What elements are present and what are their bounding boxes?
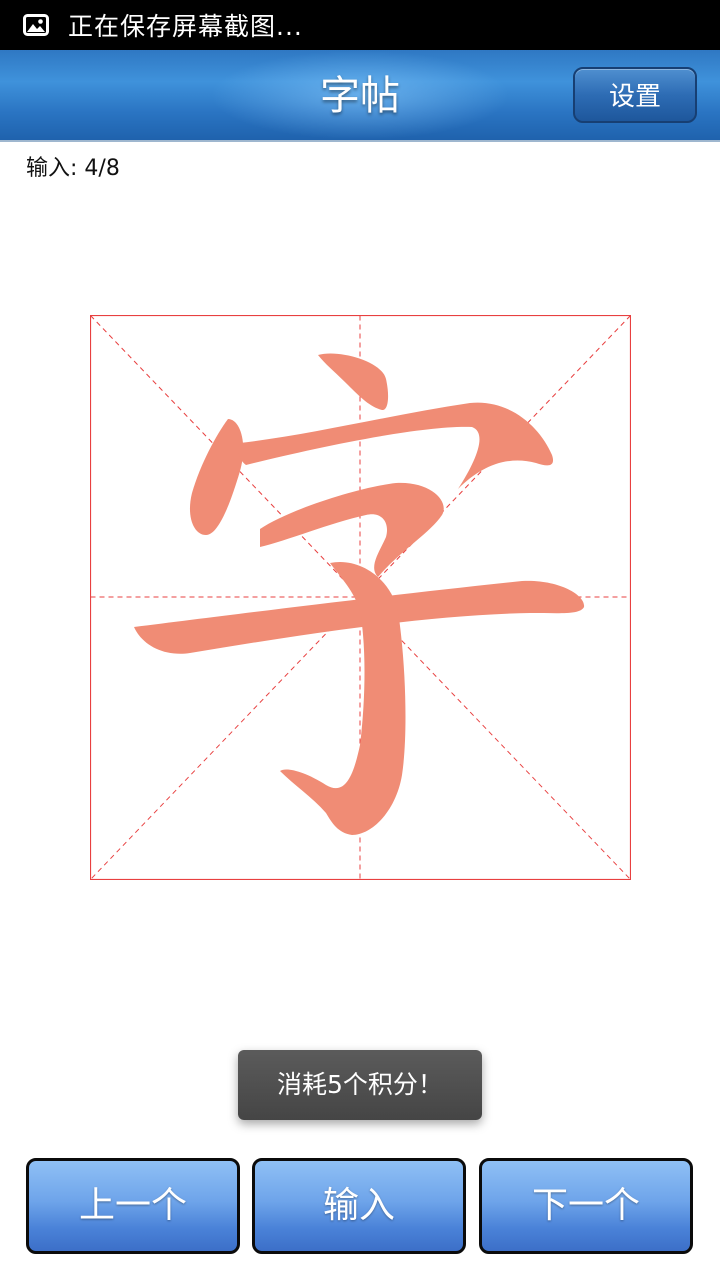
- input-progress: 输入: 4/8: [26, 156, 120, 181]
- next-button[interactable]: 下一个: [479, 1158, 693, 1254]
- status-bar: 正在保存屏幕截图...: [0, 0, 720, 50]
- settings-button[interactable]: 设置: [573, 67, 697, 123]
- previous-button[interactable]: 上一个: [26, 1158, 240, 1254]
- input-button[interactable]: 输入: [252, 1158, 466, 1254]
- practice-grid: [90, 315, 631, 880]
- status-text: 正在保存屏幕截图...: [68, 12, 303, 41]
- character-strokes: [134, 353, 585, 835]
- points-toast: 消耗5个积分！: [238, 1050, 482, 1120]
- title-bar: 字帖 设置: [0, 50, 720, 142]
- image-icon: [22, 13, 50, 37]
